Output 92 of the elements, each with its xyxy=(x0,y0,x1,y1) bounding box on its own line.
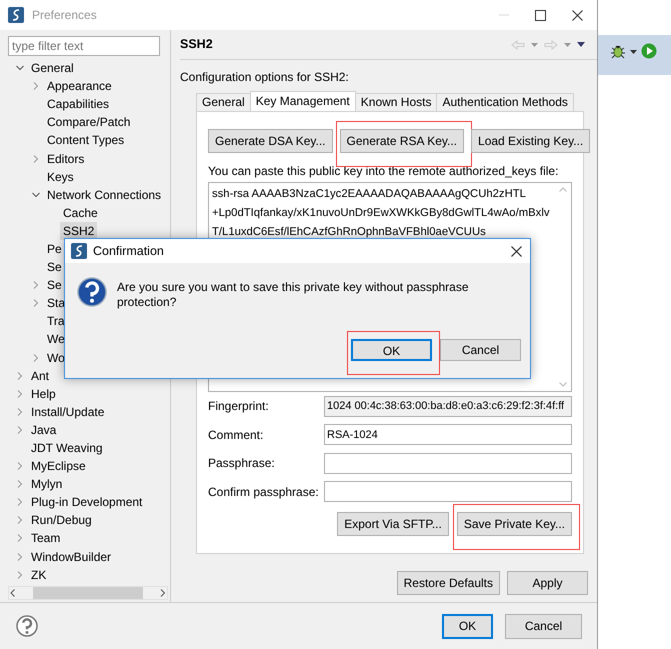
tree-item[interactable]: Java xyxy=(28,420,60,439)
close-icon[interactable] xyxy=(572,10,583,20)
tree-item[interactable]: Sta xyxy=(44,294,68,312)
tree-item[interactable]: Compare/Patch xyxy=(44,113,134,132)
scroll-right-icon[interactable] xyxy=(159,589,167,597)
scroll-left-icon[interactable] xyxy=(9,589,17,597)
view-menu-icon[interactable] xyxy=(577,42,585,47)
app-logo-icon xyxy=(8,7,24,23)
expand-chevron-icon[interactable] xyxy=(16,426,24,434)
expand-chevron-icon[interactable] xyxy=(32,82,40,90)
tree-item[interactable]: Appearance xyxy=(44,77,115,96)
app-logo-icon xyxy=(71,243,87,259)
tree-item[interactable]: MyEclipse xyxy=(28,457,89,476)
question-icon xyxy=(77,277,107,307)
tree-item[interactable]: Team xyxy=(28,529,64,548)
tree-item[interactable]: Se xyxy=(44,258,65,276)
tree-item[interactable]: Content Types xyxy=(44,131,128,150)
help-icon[interactable] xyxy=(16,615,38,637)
tree-item[interactable]: Tra xyxy=(44,312,68,330)
expand-chevron-icon[interactable] xyxy=(16,498,24,506)
close-icon[interactable] xyxy=(511,246,522,256)
filter-field[interactable]: type filter text xyxy=(8,36,160,56)
back-arrow-icon[interactable] xyxy=(511,40,525,50)
collapse-chevron-icon[interactable] xyxy=(32,190,40,199)
tree-item[interactable]: SSH2 xyxy=(60,222,98,240)
tree-item[interactable]: Run/Debug xyxy=(28,511,95,530)
apply-button[interactable]: Apply xyxy=(507,571,588,595)
expand-chevron-icon[interactable] xyxy=(16,570,24,579)
public-key-label: You can paste this public key into the remote authorized_keys file: xyxy=(208,163,560,178)
tree-item[interactable]: General xyxy=(28,59,77,78)
tab[interactable]: Authentication Methods xyxy=(436,93,574,111)
tree-item[interactable]: Keys xyxy=(44,168,77,186)
dialog-button[interactable]: OK xyxy=(442,614,493,638)
forward-arrow-icon[interactable] xyxy=(544,40,558,50)
field-label: Passphrase: xyxy=(208,455,276,472)
dialog-message: Are you sure you want to save this private key without passphrase protection? xyxy=(117,279,470,311)
maximize-icon[interactable] xyxy=(535,10,546,20)
input-field[interactable] xyxy=(324,452,572,474)
tab[interactable]: Key Management xyxy=(250,91,356,111)
tree-item[interactable]: Se xyxy=(44,276,65,294)
tree-item[interactable]: Plug-in Development xyxy=(28,493,146,512)
scroll-down-icon[interactable] xyxy=(558,382,566,387)
expand-chevron-icon[interactable] xyxy=(16,372,24,380)
public-key-text: ssh-rsa AAAAB3NzaC1yc2EAAAADAQABAAAAgQCUh2zHTL +Lp0dTIqfankay/xK1nuvoUnDr9EwXWKkGBy8dGwlTL4wAo/mBxlv T/L1uxdC6Esf/lEhCAzfGhRnOphnBaVFBhl0aeVCUUs xyxy=(211,187,550,240)
tree-item[interactable]: Wo xyxy=(44,348,68,367)
key-button[interactable]: Load Existing Key... xyxy=(471,129,590,153)
expand-chevron-icon[interactable] xyxy=(16,408,24,416)
tab[interactable]: General xyxy=(196,93,251,111)
tree-item[interactable]: Cache xyxy=(60,204,101,222)
tree-item[interactable]: Editors xyxy=(44,150,88,168)
collapse-chevron-icon[interactable] xyxy=(16,64,24,72)
expand-chevron-icon[interactable] xyxy=(16,516,24,524)
expand-chevron-icon[interactable] xyxy=(32,154,40,163)
horizontal-scrollbar[interactable] xyxy=(8,586,168,600)
tree-item[interactable]: Network Connections xyxy=(44,186,164,204)
dialog-title: Confirmation xyxy=(93,242,165,260)
action-button[interactable]: Export Via SFTP... xyxy=(337,512,449,536)
dialog-button[interactable]: Cancel xyxy=(505,614,582,638)
dialog-button[interactable]: OK xyxy=(351,339,432,361)
tree-item[interactable]: Mylyn xyxy=(28,475,66,494)
tree-item[interactable]: WindowBuilder xyxy=(28,548,114,566)
expand-chevron-icon[interactable] xyxy=(16,534,24,542)
tree-item[interactable]: Help xyxy=(28,384,59,403)
tree-item[interactable]: Pe xyxy=(44,240,65,258)
tree-item[interactable]: We xyxy=(44,330,68,348)
page-title: SSH2 xyxy=(180,36,213,54)
expand-chevron-icon[interactable] xyxy=(16,390,24,398)
expand-chevron-icon[interactable] xyxy=(32,299,40,308)
expand-chevron-icon[interactable] xyxy=(16,462,24,470)
field-label: Comment: xyxy=(208,426,264,444)
action-button[interactable]: Save Private Key... xyxy=(456,512,572,536)
expand-chevron-icon[interactable] xyxy=(16,552,24,561)
tree-item[interactable]: Capabilities xyxy=(44,95,112,114)
tree-item[interactable]: JDT Weaving xyxy=(28,439,106,458)
restore-defaults-button[interactable]: Restore Defaults xyxy=(396,571,500,595)
tree-item[interactable]: ZK xyxy=(28,566,50,584)
input-field[interactable] xyxy=(324,481,572,502)
dialog-button[interactable]: Cancel xyxy=(440,339,521,361)
tree-item[interactable]: Ant xyxy=(28,366,52,385)
input-field[interactable]: RSA-1024 xyxy=(324,424,572,446)
expand-chevron-icon[interactable] xyxy=(32,281,40,290)
key-button[interactable]: Generate DSA Key... xyxy=(208,129,333,153)
expand-chevron-icon[interactable] xyxy=(32,354,40,362)
bug-icon[interactable] xyxy=(610,43,626,59)
tree-item[interactable]: Install/Update xyxy=(28,402,108,421)
field-label: Fingerprint: xyxy=(208,398,270,416)
expand-chevron-icon[interactable] xyxy=(16,480,24,488)
scroll-up-icon[interactable] xyxy=(558,187,566,192)
page-description: Configuration options for SSH2: xyxy=(180,69,350,86)
window-title: Preferences xyxy=(32,7,98,24)
key-button[interactable]: Generate RSA Key... xyxy=(340,129,464,153)
field-label: Confirm passphrase: xyxy=(208,484,320,501)
